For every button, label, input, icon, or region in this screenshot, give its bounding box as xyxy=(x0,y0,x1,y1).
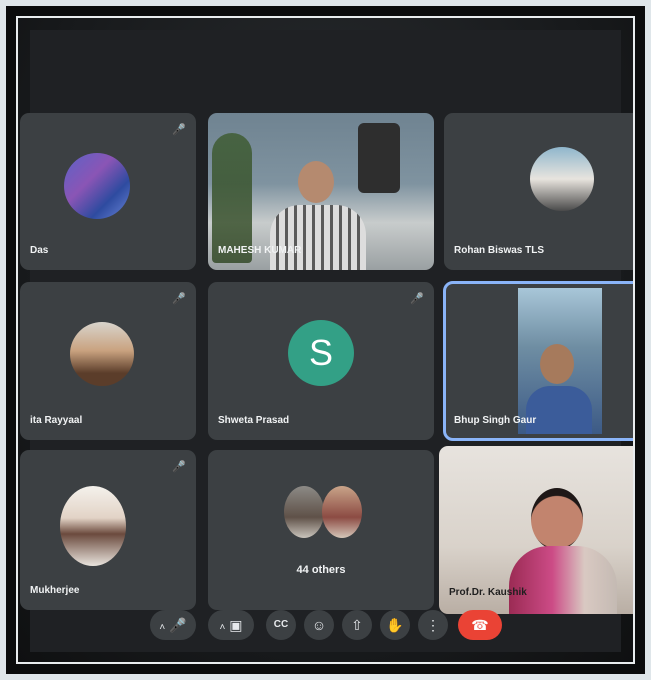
shelf-background xyxy=(358,123,400,193)
participant-tile-rohan[interactable]: Rohan Biswas TLS xyxy=(444,113,633,270)
end-call-button[interactable]: ☎ xyxy=(458,610,502,640)
participant-name: Rohan Biswas TLS xyxy=(454,245,545,256)
raise-hand-button[interactable]: ✋ xyxy=(380,610,410,640)
photo-frame: 🎤 Das MAHESH KUMAR Rohan Biswas TLS 🎤 it… xyxy=(6,6,645,674)
participant-name: Bhup Singh Gaur xyxy=(454,415,537,426)
participant-avatar xyxy=(70,322,134,386)
participant-name: Mukherjee xyxy=(30,585,80,596)
chevron-up-icon[interactable]: ˄ xyxy=(219,622,225,633)
camera-icon: ▣ xyxy=(229,617,243,633)
mic-off-icon: 🎤 xyxy=(172,461,186,473)
meeting-toolbar: ˄ 🎤 ˄ ▣ CC ☺ ⇧ ✋ ⋮ ☎ xyxy=(30,600,621,652)
chevron-up-icon[interactable]: ˄ xyxy=(159,622,165,633)
participant-tile-mahesh[interactable]: MAHESH KUMAR xyxy=(208,113,434,270)
captions-button[interactable]: CC xyxy=(266,610,296,640)
participant-name: Das xyxy=(30,245,49,256)
more-options-button[interactable]: ⋮ xyxy=(418,610,448,640)
participant-avatar xyxy=(322,486,362,538)
meeting-window: 🎤 Das MAHESH KUMAR Rohan Biswas TLS 🎤 it… xyxy=(16,16,635,664)
participant-body xyxy=(526,386,592,434)
camera-button[interactable]: ˄ ▣ xyxy=(208,610,254,640)
participant-avatar xyxy=(284,486,324,538)
participant-grid: 🎤 Das MAHESH KUMAR Rohan Biswas TLS 🎤 it… xyxy=(20,30,633,652)
participant-body xyxy=(270,205,366,270)
participant-tile-others[interactable]: 44 others xyxy=(208,450,434,610)
mic-off-icon: 🎤 xyxy=(172,293,186,305)
participant-name: MAHESH KUMAR xyxy=(218,245,302,256)
mic-off-icon: 🎤 xyxy=(410,293,424,305)
mic-button[interactable]: ˄ 🎤 xyxy=(150,610,196,640)
participant-name: Shweta Prasad xyxy=(218,415,290,426)
participant-name: ita Rayyaal xyxy=(30,415,83,426)
participant-tile-kaushik[interactable]: Prof.Dr. Kaushik xyxy=(439,446,633,614)
others-count: 44 others xyxy=(296,564,346,576)
participant-avatar xyxy=(60,486,126,566)
participant-avatar xyxy=(64,153,130,219)
participant-head xyxy=(298,161,334,203)
participant-name: Prof.Dr. Kaushik xyxy=(449,587,527,598)
mic-icon: 🎤 xyxy=(169,617,187,633)
participant-head xyxy=(531,488,583,550)
participant-avatar: S xyxy=(288,320,354,386)
emoji-button[interactable]: ☺ xyxy=(304,610,334,640)
participant-tile-shweta[interactable]: S 🎤 Shweta Prasad xyxy=(208,282,434,440)
present-button[interactable]: ⇧ xyxy=(342,610,372,640)
participant-tile-mukherjee[interactable]: 🎤 Mukherjee xyxy=(20,450,196,610)
participant-tile-bhup[interactable]: Bhup Singh Gaur xyxy=(443,281,633,441)
participant-avatar xyxy=(530,147,594,211)
participant-tile-das[interactable]: 🎤 Das xyxy=(20,113,196,270)
participant-head xyxy=(540,344,574,384)
plant-background xyxy=(212,133,252,263)
participant-tile-rayyaal[interactable]: 🎤 ita Rayyaal xyxy=(20,282,196,440)
mic-off-icon: 🎤 xyxy=(172,124,186,136)
